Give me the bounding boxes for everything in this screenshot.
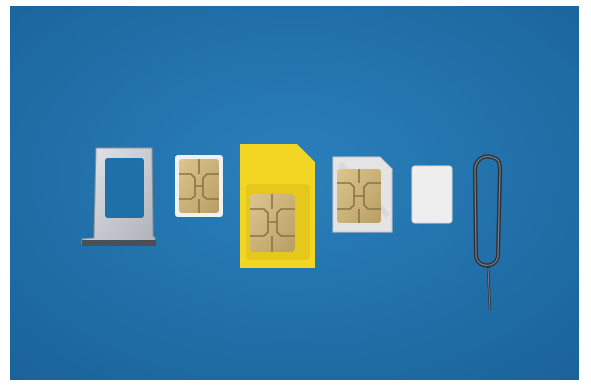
blank-sim-card-icon — [411, 165, 453, 224]
standard-sim-card-icon — [240, 144, 315, 268]
nano-sim-chip-icon — [175, 155, 223, 217]
sim-cards-photo — [10, 6, 579, 380]
photo-canvas — [10, 6, 579, 380]
micro-sim-card-icon — [332, 156, 393, 233]
